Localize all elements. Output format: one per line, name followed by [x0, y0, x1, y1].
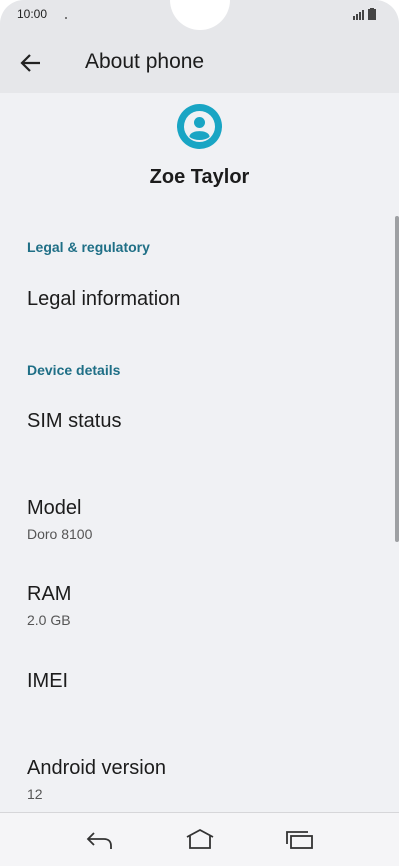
legal-information-label: Legal information: [27, 288, 181, 310]
section-header-legal: Legal & regulatory: [27, 239, 150, 255]
imei-item[interactable]: IMEI: [0, 660, 392, 710]
ram-item[interactable]: RAM 2.0 GB: [0, 570, 392, 634]
ram-value: 2.0 GB: [27, 612, 71, 628]
home-icon[interactable]: [184, 827, 216, 853]
section-header-device: Device details: [27, 362, 121, 378]
sim-status-item[interactable]: SIM status: [0, 398, 392, 448]
profile-name: Zoe Taylor: [149, 166, 250, 188]
model-label: Model: [27, 497, 82, 519]
recents-icon[interactable]: [284, 827, 316, 853]
android-version-label: Android version: [27, 757, 166, 779]
signal-battery-icon: [353, 8, 376, 20]
sim-status-label: SIM status: [27, 410, 122, 432]
navigation-bar: [0, 812, 399, 866]
status-time: 10:00: [17, 7, 48, 21]
notification-dot: [65, 17, 67, 19]
status-bar: 10:00: [0, 0, 399, 32]
camera-notch: [170, 0, 230, 30]
imei-label: IMEI: [27, 670, 69, 692]
page-title: About phone: [85, 50, 205, 73]
android-version-item[interactable]: Android version 12: [0, 744, 392, 808]
arrow-left-icon[interactable]: [16, 50, 46, 76]
scrollbar[interactable]: [395, 216, 399, 542]
phone-screen: 10:00 About phone Zoe Taylor Legal & reg…: [0, 0, 399, 866]
model-item[interactable]: Model Doro 8100: [0, 484, 392, 548]
legal-information-item[interactable]: Legal information: [0, 278, 392, 328]
android-version-value: 12: [27, 786, 43, 802]
account-circle-icon: [177, 104, 222, 149]
app-bar: About phone: [0, 32, 399, 93]
ram-label: RAM: [27, 583, 72, 605]
model-value: Doro 8100: [27, 526, 93, 542]
back-icon[interactable]: [84, 827, 116, 853]
